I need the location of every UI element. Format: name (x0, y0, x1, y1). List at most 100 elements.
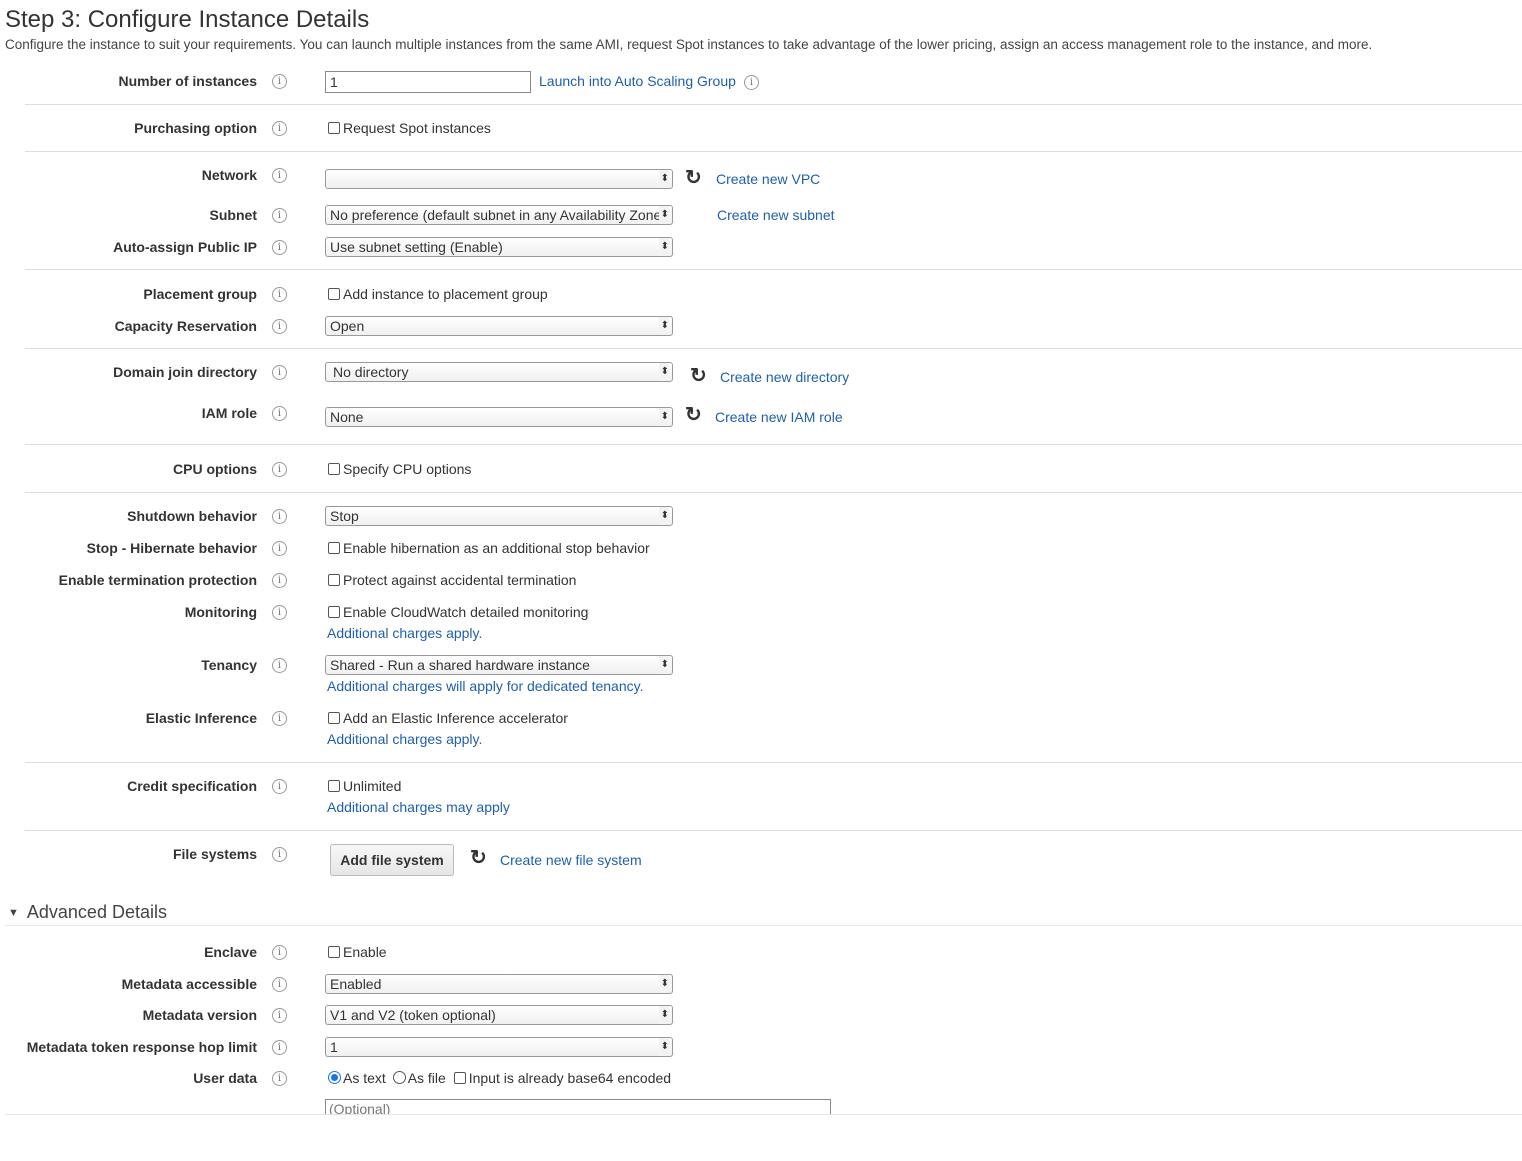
info-icon[interactable]: i (272, 541, 287, 556)
field-label: Credit specification (127, 778, 257, 794)
info-icon[interactable]: i (272, 779, 287, 794)
row-cpu-options: CPU options i Specify CPU options (0, 459, 1522, 483)
info-icon[interactable]: i (272, 605, 287, 620)
checkbox-label: Protect against accidental termination (343, 572, 577, 588)
page-title: Step 3: Configure Instance Details (5, 6, 370, 33)
row-iam-role: IAM role i None ⬍ ↻ Create new IAM role (0, 403, 1522, 427)
as-text-radio[interactable] (328, 1071, 341, 1084)
additional-charges-link[interactable]: Additional charges may apply (327, 799, 510, 815)
select-arrow-icon: ⬍ (658, 363, 669, 381)
info-icon[interactable]: i (272, 74, 287, 89)
row-number-of-instances: Number of instances i Launch into Auto S… (0, 71, 1522, 95)
enclave-checkbox[interactable] (328, 946, 340, 958)
info-icon[interactable]: i (272, 287, 287, 302)
capacity-reservation-select[interactable]: Open ⬍ (325, 316, 673, 336)
radio-label: As text (343, 1070, 386, 1086)
info-icon[interactable]: i (272, 509, 287, 524)
refresh-icon[interactable]: ↻ (470, 848, 487, 868)
create-subnet-link[interactable]: Create new subnet (717, 207, 835, 223)
add-file-system-button[interactable]: Add file system (330, 844, 454, 876)
info-icon[interactable]: i (272, 121, 287, 136)
field-label: Enclave (204, 944, 257, 960)
termination-protection-checkbox[interactable] (328, 574, 340, 586)
refresh-icon[interactable]: ↻ (685, 168, 702, 188)
domain-join-select[interactable]: No directory ⬍ (325, 362, 673, 382)
field-label: Number of instances (118, 73, 257, 89)
number-of-instances-input[interactable] (325, 71, 531, 93)
row-file-systems: File systems i Add file system ↻ Create … (0, 844, 1522, 878)
monitoring-checkbox[interactable] (328, 606, 340, 618)
row-termination-protection: Enable termination protection i Protect … (0, 570, 1522, 594)
row-enclave: Enclave i Enable (0, 942, 1522, 966)
row-subnet: Subnet i No preference (default subnet i… (0, 205, 1522, 229)
subnet-select[interactable]: No preference (default subnet in any Ava… (325, 205, 673, 225)
info-icon[interactable]: i (272, 658, 287, 673)
info-icon[interactable]: i (272, 365, 287, 380)
auto-assign-ip-select[interactable]: Use subnet setting (Enable) ⬍ (325, 237, 673, 257)
unlimited-checkbox[interactable] (328, 780, 340, 792)
field-label: CPU options (173, 461, 257, 477)
dedicated-tenancy-charges-link[interactable]: Additional charges will apply for dedica… (327, 678, 643, 694)
page-description: Configure the instance to suit your requ… (5, 37, 1373, 52)
base64-checkbox[interactable] (453, 1072, 466, 1084)
network-select[interactable]: ⬍ (325, 169, 673, 189)
info-icon[interactable]: i (272, 847, 287, 862)
info-icon[interactable]: i (744, 75, 759, 90)
page-bottom (5, 1114, 1522, 1161)
row-domain-join: Domain join directory i No directory ⬍ ↻ … (0, 362, 1522, 386)
create-directory-link[interactable]: Create new directory (720, 369, 849, 385)
info-icon[interactable]: i (272, 573, 287, 588)
field-label: IAM role (201, 405, 257, 421)
info-icon[interactable]: i (272, 1008, 287, 1023)
row-auto-assign-ip: Auto-assign Public IP i Use subnet setti… (0, 237, 1522, 261)
iam-role-select[interactable]: None ⬍ (325, 407, 673, 427)
metadata-accessible-select[interactable]: Enabled ⬍ (325, 974, 673, 994)
radio-label: As file (407, 1070, 446, 1086)
info-icon[interactable]: i (272, 1071, 287, 1086)
shutdown-behavior-select[interactable]: Stop ⬍ (325, 506, 673, 526)
additional-charges-link[interactable]: Additional charges apply. (327, 625, 482, 641)
create-vpc-link[interactable]: Create new VPC (716, 171, 820, 187)
checkbox-label: Enable hibernation as an additional stop… (343, 540, 650, 556)
divider (25, 762, 1522, 763)
row-tenancy: Tenancy i Shared - Run a shared hardware… (0, 655, 1522, 694)
cpu-options-checkbox[interactable] (328, 463, 340, 475)
row-hibernate: Stop - Hibernate behavior i Enable hiber… (0, 538, 1522, 562)
divider (25, 830, 1522, 831)
additional-charges-link[interactable]: Additional charges apply. (327, 731, 482, 747)
launch-auto-scaling-link[interactable]: Launch into Auto Scaling Group (539, 73, 736, 89)
request-spot-checkbox[interactable] (328, 122, 340, 134)
metadata-version-select[interactable]: V1 and V2 (token optional) ⬍ (325, 1005, 673, 1025)
tenancy-select[interactable]: Shared - Run a shared hardware instance ⬍ (325, 655, 673, 675)
select-arrow-icon: ⬍ (658, 317, 669, 335)
advanced-details-toggle[interactable]: ▼ Advanced Details (8, 902, 167, 923)
info-icon[interactable]: i (272, 319, 287, 334)
checkbox-label: Specify CPU options (343, 461, 472, 477)
divider (25, 348, 1522, 349)
info-icon[interactable]: i (272, 462, 287, 477)
info-icon[interactable]: i (272, 240, 287, 255)
create-file-system-link[interactable]: Create new file system (500, 852, 642, 868)
info-icon[interactable]: i (272, 208, 287, 223)
refresh-icon[interactable]: ↻ (685, 405, 702, 425)
refresh-icon[interactable]: ↻ (690, 366, 707, 386)
placement-group-checkbox[interactable] (328, 288, 340, 300)
elastic-inference-checkbox[interactable] (328, 712, 340, 724)
info-icon[interactable]: i (272, 711, 287, 726)
field-label: Auto-assign Public IP (113, 239, 257, 255)
row-metadata-accessible: Metadata accessible i Enabled ⬍ (0, 974, 1522, 998)
info-icon[interactable]: i (272, 406, 287, 421)
row-purchasing-option: Purchasing option i Request Spot instanc… (0, 118, 1522, 142)
field-label: Elastic Inference (145, 710, 257, 726)
field-label: Metadata accessible (121, 976, 257, 992)
checkbox-label: Input is already base64 encoded (468, 1070, 672, 1086)
info-icon[interactable]: i (272, 1040, 287, 1055)
as-file-radio[interactable] (392, 1071, 406, 1084)
create-iam-role-link[interactable]: Create new IAM role (715, 409, 843, 425)
info-icon[interactable]: i (272, 168, 287, 183)
info-icon[interactable]: i (272, 945, 287, 960)
row-capacity-reservation: Capacity Reservation i Open ⬍ (0, 316, 1522, 340)
info-icon[interactable]: i (272, 977, 287, 992)
hop-limit-select[interactable]: 1 ⬍ (325, 1037, 673, 1057)
hibernate-checkbox[interactable] (328, 542, 340, 554)
